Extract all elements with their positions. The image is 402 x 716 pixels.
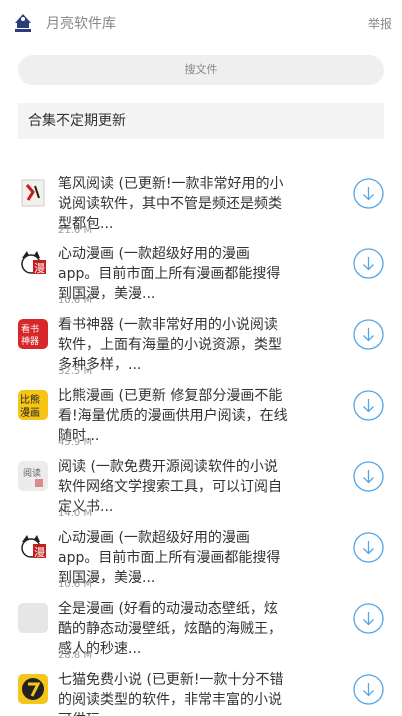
svg-text:神器: 神器 <box>21 335 39 347</box>
manga-cat-icon: 漫 <box>18 248 48 278</box>
item-size: 45.9 M <box>58 437 93 448</box>
item-description: 心动漫画 (一款超级好用的漫画app。目前市面上所有漫画都能搜得到国漫，美漫..… <box>58 530 281 586</box>
item-description: 七猫免费小说 (已更新!一款十分不错的阅读类型的软件，非常丰富的小说可供玩... <box>58 672 284 716</box>
report-button[interactable]: 举报 <box>368 15 392 32</box>
svg-text:比熊: 比熊 <box>20 393 40 406</box>
download-icon[interactable] <box>353 390 384 421</box>
bixiong-icon: 比熊 漫画 <box>18 390 48 420</box>
book-tool-icon: 看书 神器 <box>18 319 48 349</box>
download-icon[interactable] <box>353 178 384 209</box>
item-description: 心动漫画 (一款超级好用的漫画app。目前市面上所有漫画都能搜得到国漫，美漫..… <box>58 246 281 302</box>
download-icon[interactable] <box>353 461 384 492</box>
list-item[interactable]: 比熊 漫画 比熊漫画 (已更新 修复部分漫画不能看!海量优质的漫画供用户阅读，在… <box>0 382 402 452</box>
search-input[interactable]: 搜文件 <box>18 55 384 85</box>
list-item[interactable]: 全是漫画 (好看的动漫动态壁纸，炫酷的静态动漫壁纸，炫酷的海贼王，感人的秒速..… <box>0 595 402 665</box>
seven-cat-icon <box>18 674 48 704</box>
list-item[interactable]: 阅读 阅读 (一款免费开源阅读软件的小说软件网络文学搜索工具，可以订阅自定义书.… <box>0 453 402 523</box>
svg-text:漫: 漫 <box>34 261 45 275</box>
download-icon[interactable] <box>353 532 384 563</box>
top-bar: 月亮软件库 举报 <box>0 0 402 44</box>
download-icon[interactable] <box>353 319 384 350</box>
list-item[interactable]: 看书 神器 看书神器 (一款非常好用的小说阅读软件，上面有海量的小说资源，类型多… <box>0 311 402 381</box>
item-description: 阅读 (一款免费开源阅读软件的小说软件网络文学搜索工具，可以订阅自定义书... <box>58 459 282 515</box>
app-title: 月亮软件库 <box>46 16 116 32</box>
item-description: 全是漫画 (好看的动漫动态壁纸，炫酷的静态动漫壁纸，炫酷的海贼王，感人的秒速..… <box>58 601 282 657</box>
book-cover-icon <box>18 178 48 208</box>
manga-cat-icon: 漫 <box>18 532 48 562</box>
list-item[interactable]: 漫 心动漫画 (一款超级好用的漫画app。目前市面上所有漫画都能搜得到国漫，美漫… <box>0 240 402 310</box>
item-size: 21.6 M <box>58 225 93 236</box>
list-item[interactable]: 笔风阅读 (已更新!一款非常好用的小说阅读软件，其中不管是频还是频类型都包...… <box>0 170 402 240</box>
item-size: 32.5 M <box>58 366 93 377</box>
collection-banner: 合集不定期更新 <box>18 103 384 139</box>
list-item[interactable]: 七猫免费小说 (已更新!一款十分不错的阅读类型的软件，非常丰富的小说可供玩... <box>0 666 402 716</box>
download-icon[interactable] <box>353 248 384 279</box>
svg-text:漫画: 漫画 <box>20 407 40 419</box>
item-description: 比熊漫画 (已更新 修复部分漫画不能看!海量优质的漫画供用户阅读，在线随时... <box>58 388 288 444</box>
svg-text:阅读: 阅读 <box>23 467 41 479</box>
reader-icon: 阅读 <box>18 461 48 491</box>
item-size: 10.6 M <box>58 295 93 306</box>
svg-text:看书: 看书 <box>21 323 39 335</box>
placeholder-icon <box>18 603 48 633</box>
svg-text:漫: 漫 <box>34 545 45 559</box>
item-description: 笔风阅读 (已更新!一款非常好用的小说阅读软件，其中不管是频还是频类型都包... <box>58 176 284 232</box>
item-size: 28.8 M <box>58 650 93 661</box>
item-size: 14.0 M <box>58 508 93 519</box>
item-size: 10.6 M <box>58 579 93 590</box>
list-item[interactable]: 漫 心动漫画 (一款超级好用的漫画app。目前市面上所有漫画都能搜得到国漫，美漫… <box>0 524 402 594</box>
logo-icon <box>15 14 31 32</box>
download-icon[interactable] <box>353 674 384 705</box>
item-description: 看书神器 (一款非常好用的小说阅读软件，上面有海量的小说资源，类型多种多样，..… <box>58 317 282 373</box>
download-icon[interactable] <box>353 603 384 634</box>
